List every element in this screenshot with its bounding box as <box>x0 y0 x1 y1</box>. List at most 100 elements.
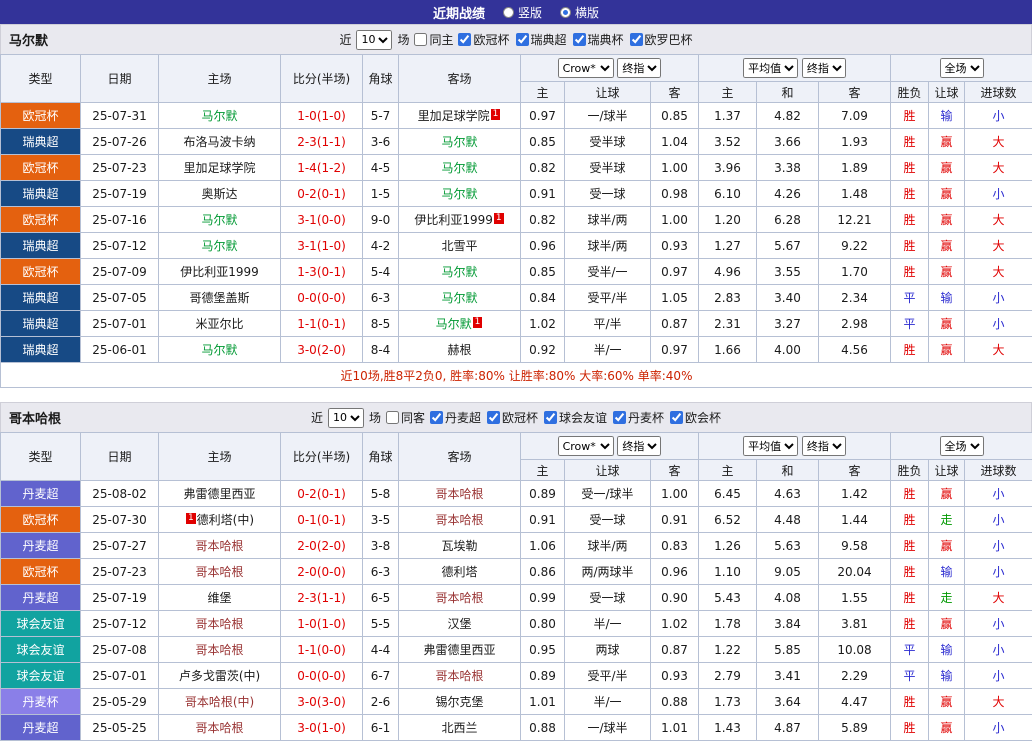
match-score[interactable]: 1-1(0-1) <box>281 311 363 337</box>
team-name[interactable]: 哥本哈根 <box>159 611 281 637</box>
team-name[interactable]: 马尔默 <box>399 259 521 285</box>
fulltime-select[interactable]: 全场 <box>940 58 984 78</box>
same-venue-filter[interactable]: 同客 <box>386 409 425 426</box>
same-venue-checkbox[interactable] <box>414 33 427 46</box>
league-filter[interactable]: 欧冠杯 <box>487 409 538 426</box>
team-name[interactable]: 奥斯达 <box>159 181 281 207</box>
team-name[interactable]: 哥本哈根 <box>399 585 521 611</box>
early-final-select[interactable]: 终指 <box>617 58 661 78</box>
team-name[interactable]: 哥本哈根 <box>159 559 281 585</box>
team-name[interactable]: 伊比利亚19991 <box>399 207 521 233</box>
team-name[interactable]: 里加足球学院1 <box>399 103 521 129</box>
vertical-layout-radio[interactable]: 竖版 <box>503 4 542 21</box>
team-name[interactable]: 赫根 <box>399 337 521 363</box>
team-name[interactable]: 瓦埃勒 <box>399 533 521 559</box>
league-filter[interactable]: 丹麦杯 <box>613 409 664 426</box>
team-name[interactable]: 卢多戈雷茨(中) <box>159 663 281 689</box>
league-checkbox[interactable] <box>613 411 626 424</box>
league-filter[interactable]: 丹麦超 <box>430 409 481 426</box>
same-venue-checkbox[interactable] <box>386 411 399 424</box>
team-name[interactable]: 1德利塔(中) <box>159 507 281 533</box>
league-filter[interactable]: 瑞典杯 <box>573 31 624 48</box>
team-name[interactable]: 布洛马波卡纳 <box>159 129 281 155</box>
league-checkbox[interactable] <box>670 411 683 424</box>
team-name[interactable]: 马尔默 <box>399 285 521 311</box>
team-name[interactable]: 马尔默 <box>399 181 521 207</box>
team-name[interactable]: 维堡 <box>159 585 281 611</box>
team-name[interactable]: 马尔默 <box>159 103 281 129</box>
team-name[interactable]: 哥本哈根 <box>399 663 521 689</box>
team-name[interactable]: 哥本哈根(中) <box>159 689 281 715</box>
league-filter[interactable]: 欧罗巴杯 <box>630 31 693 48</box>
match-count-select[interactable]: 10 <box>328 408 364 428</box>
match-score[interactable]: 2-0(2-0) <box>281 533 363 559</box>
avg-select[interactable]: 平均值 <box>743 436 798 456</box>
team-name[interactable]: 马尔默 <box>159 233 281 259</box>
match-score[interactable]: 0-0(0-0) <box>281 285 363 311</box>
match-score[interactable]: 2-0(0-0) <box>281 559 363 585</box>
team-name[interactable]: 哥德堡盖斯 <box>159 285 281 311</box>
league-checkbox[interactable] <box>630 33 643 46</box>
team-name-label: 里加足球学院 <box>418 109 490 123</box>
team-name[interactable]: 弗雷德里西亚 <box>399 637 521 663</box>
league-checkbox[interactable] <box>573 33 586 46</box>
match-score[interactable]: 1-4(1-2) <box>281 155 363 181</box>
match-score[interactable]: 3-0(3-0) <box>281 689 363 715</box>
team-name[interactable]: 马尔默 <box>159 337 281 363</box>
match-score[interactable]: 3-0(2-0) <box>281 337 363 363</box>
match-score[interactable]: 0-0(0-0) <box>281 663 363 689</box>
match-score[interactable]: 1-1(0-0) <box>281 637 363 663</box>
avg-final-select[interactable]: 终指 <box>802 436 846 456</box>
horizontal-layout-radio[interactable]: 横版 <box>560 4 599 21</box>
match-score[interactable]: 3-1(1-0) <box>281 233 363 259</box>
league-checkbox[interactable] <box>544 411 557 424</box>
early-final-select[interactable]: 终指 <box>617 436 661 456</box>
match-score[interactable]: 1-0(1-0) <box>281 103 363 129</box>
match-score[interactable]: 2-3(1-1) <box>281 129 363 155</box>
team-name[interactable]: 弗雷德里西亚 <box>159 481 281 507</box>
team-name[interactable]: 哥本哈根 <box>159 533 281 559</box>
league-checkbox[interactable] <box>487 411 500 424</box>
match-score[interactable]: 3-0(1-0) <box>281 715 363 741</box>
radio-icon[interactable] <box>503 7 514 18</box>
league-filter[interactable]: 球会友谊 <box>544 409 607 426</box>
team-name[interactable]: 马尔默 <box>159 207 281 233</box>
league-checkbox[interactable] <box>458 33 471 46</box>
team-name[interactable]: 马尔默 <box>399 155 521 181</box>
match-count-select[interactable]: 10 <box>356 30 392 50</box>
team-name[interactable]: 哥本哈根 <box>399 481 521 507</box>
team-name[interactable]: 德利塔 <box>399 559 521 585</box>
league-checkbox[interactable] <box>516 33 529 46</box>
radio-icon-checked[interactable] <box>560 7 571 18</box>
team-name[interactable]: 里加足球学院 <box>159 155 281 181</box>
league-filter[interactable]: 欧冠杯 <box>458 31 509 48</box>
team-name[interactable]: 伊比利亚1999 <box>159 259 281 285</box>
league-checkbox[interactable] <box>430 411 443 424</box>
team-name[interactable]: 马尔默 <box>399 129 521 155</box>
team-name[interactable]: 汉堡 <box>399 611 521 637</box>
bookmaker-select[interactable]: Crow* <box>558 58 614 78</box>
match-score[interactable]: 2-3(1-1) <box>281 585 363 611</box>
match-score[interactable]: 0-2(0-1) <box>281 181 363 207</box>
team-name[interactable]: 米亚尔比 <box>159 311 281 337</box>
match-score[interactable]: 1-3(0-1) <box>281 259 363 285</box>
match-score[interactable]: 3-1(0-0) <box>281 207 363 233</box>
team-name[interactable]: 哥本哈根 <box>399 507 521 533</box>
avg-final-select[interactable]: 终指 <box>802 58 846 78</box>
match-score[interactable]: 0-1(0-1) <box>281 507 363 533</box>
team-name[interactable]: 哥本哈根 <box>159 715 281 741</box>
league-filter[interactable]: 瑞典超 <box>516 31 567 48</box>
fulltime-select[interactable]: 全场 <box>940 436 984 456</box>
team-name[interactable]: 北雪平 <box>399 233 521 259</box>
odds-handicap: 受一球 <box>565 507 651 533</box>
team-name[interactable]: 锡尔克堡 <box>399 689 521 715</box>
team-name[interactable]: 北西兰 <box>399 715 521 741</box>
team-name[interactable]: 哥本哈根 <box>159 637 281 663</box>
league-filter[interactable]: 欧会杯 <box>670 409 721 426</box>
match-score[interactable]: 1-0(1-0) <box>281 611 363 637</box>
avg-select[interactable]: 平均值 <box>743 58 798 78</box>
match-score[interactable]: 0-2(0-1) <box>281 481 363 507</box>
bookmaker-select[interactable]: Crow* <box>558 436 614 456</box>
team-name[interactable]: 马尔默1 <box>399 311 521 337</box>
same-venue-filter[interactable]: 同主 <box>414 31 453 48</box>
